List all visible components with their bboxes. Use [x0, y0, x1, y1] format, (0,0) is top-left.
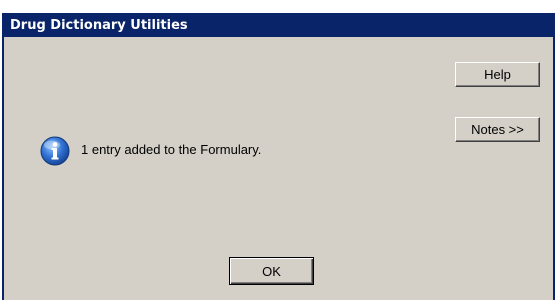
help-button[interactable]: Help — [455, 62, 540, 87]
notes-button-label: Notes >> — [471, 122, 524, 137]
dialog-body: Help Notes >> 1 entry added to the Formu… — [4, 37, 553, 300]
title-bar[interactable]: Drug Dictionary Utilities — [4, 15, 553, 37]
help-button-label: Help — [484, 67, 511, 82]
message-text: 1 entry added to the Formulary. — [81, 142, 262, 157]
ok-button-label: OK — [262, 263, 281, 279]
dialog-window: Drug Dictionary Utilities Help Notes >> — [2, 13, 555, 300]
notes-button[interactable]: Notes >> — [455, 117, 540, 142]
window-title: Drug Dictionary Utilities — [10, 18, 188, 33]
information-icon — [40, 136, 70, 166]
ok-button[interactable]: OK — [229, 257, 314, 285]
